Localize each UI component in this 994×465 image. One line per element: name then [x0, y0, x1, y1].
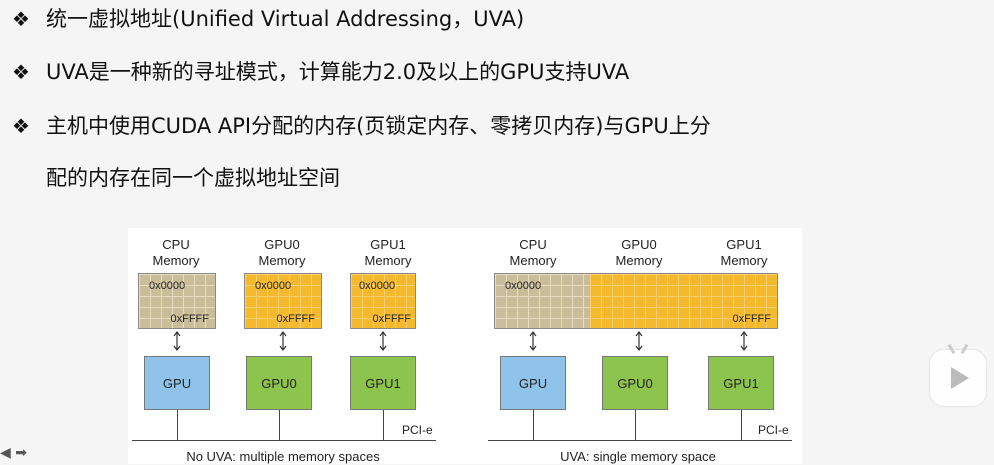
double-arrow-icon: [635, 331, 643, 351]
video-play-icon[interactable]: [930, 343, 986, 406]
right-gpu1-box: GPU1: [708, 356, 774, 410]
left-gpu-box: GPU: [144, 356, 210, 410]
bus-connector: [635, 410, 636, 440]
slide-nav-arrows-icon[interactable]: ◀ ➡: [0, 445, 27, 461]
right-pcie-label: PCI-e: [758, 423, 789, 437]
left-gpu0-box: GPU0: [246, 356, 312, 410]
bullet-3-text-line1: 主机中使用CUDA API分配的内存(页锁定内存、零拷贝内存)与GPU上分: [46, 114, 711, 138]
uva-diagram: CPU Memory GPU0 Memory GPU1 Memory 0x000…: [128, 228, 802, 464]
bus-connector: [741, 410, 742, 440]
right-gpu-memory-block: 0xFFFF: [590, 273, 778, 329]
right-caption: UVA: single memory space: [560, 449, 716, 464]
left-pcie-label: PCI-e: [402, 423, 433, 437]
right-gpu-box: GPU: [500, 356, 566, 410]
right-pcie-bus-line: [488, 440, 792, 441]
address-start: 0x0000: [505, 280, 542, 292]
double-arrow-icon: [279, 331, 287, 351]
address-end: 0xFFFF: [276, 313, 316, 325]
left-cpu-memory-label: CPU Memory: [152, 237, 200, 268]
right-cpu-memory-block: 0x0000: [494, 273, 590, 329]
right-cpu-memory-label: CPU Memory: [509, 237, 557, 268]
right-gpu1-memory-label: GPU1 Memory: [720, 237, 768, 268]
right-gpu0-memory-label: GPU0 Memory: [615, 237, 663, 268]
bus-connector: [533, 410, 534, 440]
double-arrow-icon: [529, 331, 537, 351]
bullet-3-text-line2: 配的内存在同一个虚拟地址空间: [46, 166, 340, 190]
address-start: 0x0000: [359, 280, 396, 292]
diamond-bullet-icon: ❖: [12, 114, 30, 138]
right-gpu0-box: GPU0: [602, 356, 668, 410]
address-start: 0x0000: [255, 280, 292, 292]
address-start: 0x0000: [149, 280, 186, 292]
left-pcie-bus-line: [132, 440, 436, 441]
double-arrow-icon: [740, 331, 748, 351]
double-arrow-icon: [379, 331, 387, 351]
left-caption: No UVA: multiple memory spaces: [186, 449, 380, 464]
address-end: 0xFFFF: [170, 313, 210, 325]
left-gpu1-memory-block: 0x0000 0xFFFF: [350, 273, 416, 329]
diamond-bullet-icon: ❖: [12, 7, 30, 31]
address-end: 0xFFFF: [372, 313, 412, 325]
diamond-bullet-icon: ❖: [12, 60, 30, 84]
bullet-1-text: 统一虚拟地址(Unified Virtual Addressing，UVA): [46, 7, 525, 31]
bus-connector: [383, 410, 384, 440]
left-gpu0-memory-block: 0x0000 0xFFFF: [244, 273, 322, 329]
bullet-2-text: UVA是一种新的寻址模式，计算能力2.0及以上的GPU支持UVA: [46, 60, 630, 84]
left-cpu-memory-block: 0x0000 0xFFFF: [138, 273, 216, 329]
bus-connector: [177, 410, 178, 440]
bus-connector: [279, 410, 280, 440]
double-arrow-icon: [173, 331, 181, 351]
address-end: 0xFFFF: [732, 313, 772, 325]
left-gpu1-box: GPU1: [350, 356, 416, 410]
left-gpu1-memory-label: GPU1 Memory: [364, 237, 412, 268]
left-gpu0-memory-label: GPU0 Memory: [258, 237, 306, 268]
